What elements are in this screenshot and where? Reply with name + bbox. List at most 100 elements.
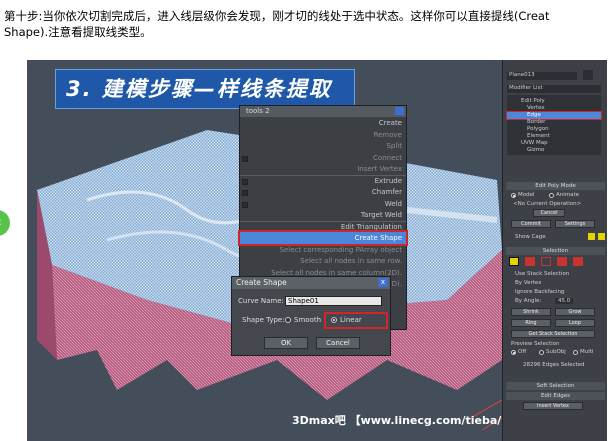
quad-menu-title-text: tools 2 [246, 107, 270, 115]
current-operation: <No Current Operation> [513, 201, 582, 207]
ok-button[interactable]: OK [264, 337, 308, 349]
quad-menu-item-label: Extrude [374, 176, 402, 185]
object-name-field[interactable]: Plane013 [507, 72, 577, 80]
selection-count: 28296 Edges Selected [523, 362, 585, 368]
modifier-stack-item[interactable]: Edge [506, 111, 602, 120]
quad-menu-title: tools 2 [240, 106, 406, 117]
preview-multi-radio[interactable] [573, 350, 578, 355]
modifier-stack-item[interactable]: UVW Map [507, 140, 601, 147]
use-stack-label: Use Stack Selection [515, 271, 570, 277]
angle-field[interactable]: 45.0 [555, 298, 574, 304]
preview-off-radio[interactable] [511, 350, 516, 355]
quad-menu-item-label: Chamfer [371, 188, 402, 196]
linear-radio[interactable] [331, 317, 337, 323]
quad-menu-item[interactable]: Target Weld [240, 209, 406, 221]
edge-mode-icon[interactable] [525, 257, 535, 266]
by-angle-label: By Angle: [515, 298, 542, 304]
settings-box-icon[interactable] [242, 201, 248, 208]
quad-menu-item[interactable]: Edit Triangulation [240, 220, 406, 233]
loop-button[interactable]: Loop [555, 319, 595, 327]
preview-subobj-radio[interactable] [539, 350, 544, 355]
preview-multi-label: Multi [580, 349, 594, 355]
quad-menu-item[interactable]: Select corresponding PArray object [240, 244, 406, 256]
quad-menu-item-label: Select corresponding PArray object [279, 245, 402, 254]
edit-poly-mode-header[interactable]: Edit Poly Mode [506, 182, 605, 190]
step-banner: 3. 建模步骤—样线条提取 [55, 69, 355, 109]
preview-subobj-label: SubObj [546, 349, 566, 355]
settings-button[interactable]: Settings [555, 220, 595, 228]
ring-button[interactable]: Ring [511, 319, 551, 327]
modifier-stack-item[interactable]: Polygon [507, 126, 601, 133]
linear-label: Linear [340, 316, 362, 324]
object-color-swatch[interactable] [583, 70, 593, 80]
caption-line-1: 第十步:当你依次切割完成后，进入线层级你会发现，刚才切的线处于选中状态。这样你可… [4, 9, 550, 23]
modifier-stack-item[interactable]: Edit Poly [507, 98, 601, 105]
quad-menu-item[interactable]: Remove [240, 129, 406, 141]
ignore-backfacing-label: Ignore Backfacing [515, 289, 565, 295]
modifier-list-dropdown[interactable]: Modifier List [507, 85, 601, 93]
settings-box-icon[interactable] [242, 178, 248, 185]
cancel-button[interactable]: Cancel [316, 337, 360, 349]
quad-menu-item-label: Split [386, 142, 402, 150]
grow-button[interactable]: Grow [555, 308, 595, 316]
modifier-stack-item[interactable]: Gizmo [507, 147, 601, 154]
settings-box-icon[interactable] [242, 190, 248, 196]
quad-menu-item-label: Edit Triangulation [340, 222, 402, 231]
get-stack-selection-button[interactable]: Get Stack Selection [511, 330, 595, 338]
modifier-stack-item[interactable]: Element [507, 133, 601, 140]
border-mode-icon[interactable] [541, 257, 551, 266]
smooth-label: Smooth [294, 316, 322, 324]
quad-menu-item[interactable]: Insert Vertex [240, 163, 406, 175]
modifier-stack-item[interactable]: Border [507, 119, 601, 126]
pin-icon[interactable] [395, 107, 404, 115]
side-tab[interactable]: 2 [0, 210, 10, 236]
quad-menu-item-label: Remove [373, 130, 402, 139]
quad-menu-item[interactable]: Select all nodes in same row. [240, 255, 406, 267]
dialog-title-bar[interactable]: Create Shape x [232, 277, 390, 289]
commit-button[interactable]: Commit [511, 220, 551, 228]
quad-menu-item-label: Target Weld [360, 211, 402, 219]
preview-selection-label: Preview Selection [511, 341, 560, 347]
viewport[interactable]: 3. 建模步骤—样线条提取 tools 2 Create Remove Split C… [27, 60, 543, 441]
quad-menu-item-label: Insert Vertex [357, 165, 402, 173]
model-radio[interactable] [511, 193, 516, 198]
shrink-button[interactable]: Shrink [511, 308, 551, 316]
modifier-stack-item[interactable]: Vertex [507, 105, 601, 112]
quad-menu-item[interactable]: Connect [240, 152, 406, 164]
quad-menu-item-label: Select all nodes in same row. [300, 257, 402, 265]
animate-radio[interactable] [549, 193, 554, 198]
soft-selection-header[interactable]: Soft Selection [506, 382, 605, 390]
create-shape-dialog: Create Shape x Curve Name: Shape01 Shape… [231, 276, 391, 356]
settings-box-icon[interactable] [242, 155, 248, 162]
smooth-radio[interactable] [285, 317, 291, 323]
panel-cancel-button[interactable]: Cancel [533, 209, 565, 217]
insert-vertex-button[interactable]: Insert Vertex [523, 402, 583, 410]
quad-menu-item-label: Create Shape [354, 234, 402, 242]
quad-menu-item[interactable]: Chamfer [240, 186, 406, 198]
close-icon[interactable]: x [378, 278, 388, 287]
preview-off-label: Off [518, 349, 527, 355]
element-mode-icon[interactable] [573, 257, 583, 266]
quad-menu-item[interactable]: Split [240, 140, 406, 152]
shape-type-label: Shape Type: [242, 316, 285, 324]
selection-header[interactable]: Selection [506, 247, 605, 255]
model-label: Model [518, 192, 535, 198]
quad-menu-item-label: Connect [373, 153, 402, 162]
cage-selected-color-swatch[interactable] [598, 233, 605, 240]
quad-menu-item[interactable]: Create Shape [238, 230, 408, 246]
vertex-mode-icon[interactable] [509, 257, 519, 266]
step-caption: 第十步:当你依次切割完成后，进入线层级你会发现，刚才切的线处于选中状态。这样你可… [4, 8, 604, 40]
quad-menu-item[interactable]: Extrude [240, 174, 406, 187]
polygon-mode-icon[interactable] [557, 257, 567, 266]
curve-name-input[interactable]: Shape01 [285, 296, 382, 306]
by-vertex-label: By Vertex [515, 280, 542, 286]
show-cage-label: Show Cage [515, 234, 546, 240]
cage-color-swatch[interactable] [588, 233, 595, 240]
animate-label: Animate [556, 192, 580, 198]
edit-edges-header[interactable]: Edit Edges [506, 392, 605, 400]
quad-menu-item[interactable]: Create [240, 117, 406, 129]
quad-menu-item-label: Create [378, 119, 402, 127]
max-screenshot: 3. 建模步骤—样线条提取 tools 2 Create Remove Split C… [27, 60, 607, 441]
dialog-title: Create Shape [236, 278, 287, 287]
quad-menu-item[interactable]: Weld [240, 198, 406, 210]
